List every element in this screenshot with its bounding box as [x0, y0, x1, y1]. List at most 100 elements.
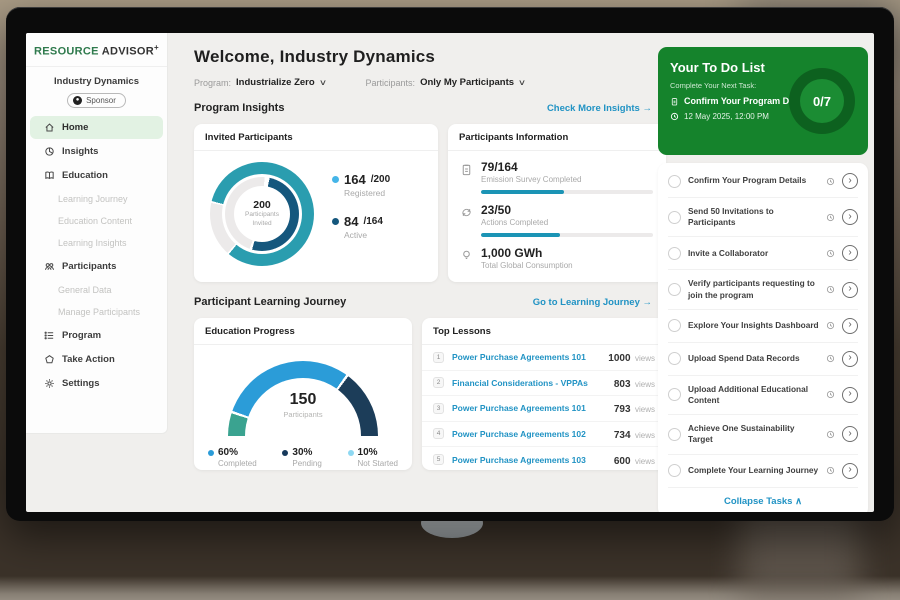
sidebar-item-education-content[interactable]: Education Content: [26, 210, 167, 232]
sidebar-item-general-data[interactable]: General Data: [26, 279, 167, 301]
sidebar-item-home[interactable]: Home: [30, 116, 163, 139]
sidebar-item-program[interactable]: Program: [30, 324, 163, 347]
task-go-button[interactable]: ›: [842, 245, 858, 261]
home-icon: [44, 122, 55, 133]
task-go-button[interactable]: ›: [842, 318, 858, 334]
timer-icon: [826, 285, 835, 294]
task-go-button[interactable]: ›: [842, 209, 858, 225]
lesson-row-4[interactable]: 4 Power Purchase Agreements 102 734 view…: [422, 422, 666, 448]
program-insights-heading: Program Insights: [194, 102, 284, 114]
lesson-row-3[interactable]: 3 Power Purchase Agreements 101 793 view…: [422, 396, 666, 422]
shield-icon: [44, 354, 55, 365]
invited-center-value: 200: [253, 199, 271, 211]
main-content: Welcome, Industry Dynamics Program: Indu…: [176, 33, 654, 512]
people-icon: [44, 261, 55, 272]
sidebar-item-participants[interactable]: Participants: [30, 255, 163, 278]
timer-icon: [826, 430, 835, 439]
timer-icon: [826, 213, 835, 222]
sidebar-item-take-action[interactable]: Take Action: [30, 348, 163, 371]
survey-icon: [460, 163, 473, 176]
sidebar-item-manage-participants[interactable]: Manage Participants: [26, 301, 167, 323]
task-row-2: Send 50 Invitations to Participants ›: [668, 198, 858, 237]
insights-pie-icon: [44, 146, 55, 157]
task-row-5: Explore Your Insights Dashboard ›: [668, 310, 858, 343]
gear-icon: [44, 378, 55, 389]
sidebar-item-learning-insights[interactable]: Learning Insights: [26, 232, 167, 254]
sponsor-badge[interactable]: ● Sponsor: [67, 93, 126, 108]
emission-progress-bar: [481, 190, 653, 194]
lesson-row-1[interactable]: 1 Power Purchase Agreements 101 1000 vie…: [422, 345, 666, 371]
page-title: Welcome, Industry Dynamics: [194, 47, 654, 67]
task-go-button[interactable]: ›: [842, 387, 858, 403]
task-checkbox[interactable]: [668, 283, 681, 296]
task-checkbox[interactable]: [668, 175, 681, 188]
timer-icon: [826, 354, 835, 363]
rank-badge: 3: [433, 403, 444, 414]
app-logo: RESOURCE ADVISOR+: [26, 33, 167, 67]
sidebar-item-insights[interactable]: Insights: [30, 140, 163, 163]
sidebar: RESOURCE ADVISOR+ Industry Dynamics ● Sp…: [26, 33, 168, 434]
arrow-right-icon: →: [643, 297, 653, 308]
sidebar-item-settings[interactable]: Settings: [30, 372, 163, 395]
task-go-button[interactable]: ›: [842, 173, 858, 189]
rank-badge: 5: [433, 454, 444, 465]
rank-badge: 4: [433, 428, 444, 439]
chevron-down-icon: ∨: [319, 78, 327, 87]
clipboard-icon: [670, 97, 679, 106]
todo-summary-card: Your To Do List Complete Your Next Task:…: [658, 47, 868, 155]
task-checkbox[interactable]: [668, 211, 681, 224]
list-icon: [44, 330, 55, 341]
legend-registered: 164/200 Registered: [332, 172, 390, 198]
legend-active: 84/164 Active: [332, 214, 390, 240]
task-go-button[interactable]: ›: [842, 282, 858, 298]
participants-filter[interactable]: Participants: Only My Participants ∨: [366, 77, 525, 88]
task-checkbox[interactable]: [668, 388, 681, 401]
program-filter[interactable]: Program: Industrialize Zero ∨: [194, 77, 326, 88]
task-row-3: Invite a Collaborator ›: [668, 237, 858, 270]
task-checkbox[interactable]: [668, 464, 681, 477]
stat-emission-survey: 79/164 Emission Survey Completed: [448, 151, 666, 194]
app-screen: RESOURCE ADVISOR+ Industry Dynamics ● Sp…: [26, 33, 874, 512]
task-row-9: Complete Your Learning Journey ›: [668, 455, 858, 488]
go-to-learning-journey-link[interactable]: Go to Learning Journey →: [533, 297, 652, 308]
sidebar-item-learning-journey[interactable]: Learning Journey: [26, 188, 167, 210]
timer-icon: [826, 177, 835, 186]
task-list-card: Confirm Your Program Details › Send 50 I…: [658, 163, 868, 512]
task-checkbox[interactable]: [668, 247, 681, 260]
task-row-4: Verify participants requesting to join t…: [668, 270, 858, 309]
desk-background: RESOURCE ADVISOR+ Industry Dynamics ● Sp…: [0, 0, 900, 600]
education-progress-title: Education Progress: [194, 318, 412, 345]
task-checkbox[interactable]: [668, 428, 681, 441]
task-checkbox[interactable]: [668, 352, 681, 365]
timer-icon: [826, 321, 835, 330]
active-dot: [332, 218, 339, 225]
task-checkbox[interactable]: [668, 319, 681, 332]
filter-bar: Program: Industrialize Zero ∨ Participan…: [194, 77, 654, 88]
participants-information-title: Participants Information: [448, 124, 666, 151]
chevron-up-icon: ∧: [795, 496, 802, 507]
pending-dot: [282, 450, 288, 456]
collapse-tasks-link[interactable]: Collapse Tasks ∧: [668, 488, 858, 509]
timer-icon: [826, 390, 835, 399]
arrow-right-icon: →: [643, 103, 653, 114]
education-progress-card: Education Progress 150 Participants: [194, 318, 412, 470]
chevron-down-icon: ∨: [518, 78, 526, 87]
gauge-center-label: Participants: [228, 410, 378, 419]
task-go-button[interactable]: ›: [842, 463, 858, 479]
check-more-insights-link[interactable]: Check More Insights →: [547, 103, 652, 114]
sidebar-item-education[interactable]: Education: [30, 164, 163, 187]
task-row-8: Achieve One Sustainability Target ›: [668, 415, 858, 454]
legend-completed: 60% Completed: [208, 447, 257, 468]
rank-badge: 1: [433, 352, 444, 363]
task-go-button[interactable]: ›: [842, 426, 858, 442]
sponsor-icon: ●: [73, 96, 82, 105]
lesson-row-5[interactable]: 5 Power Purchase Agreements 103 600 view…: [422, 447, 666, 473]
registered-dot: [332, 176, 339, 183]
lesson-row-2[interactable]: 2 Financial Considerations - VPPAs 803 v…: [422, 371, 666, 397]
completed-dot: [208, 450, 214, 456]
not-started-dot: [348, 450, 354, 456]
legend-pending: 30% Pending: [282, 447, 321, 468]
task-go-button[interactable]: ›: [842, 351, 858, 367]
invited-participants-donut: 200 Participants Invited: [210, 162, 314, 266]
stat-actions-completed: 23/50 Actions Completed: [448, 194, 666, 237]
